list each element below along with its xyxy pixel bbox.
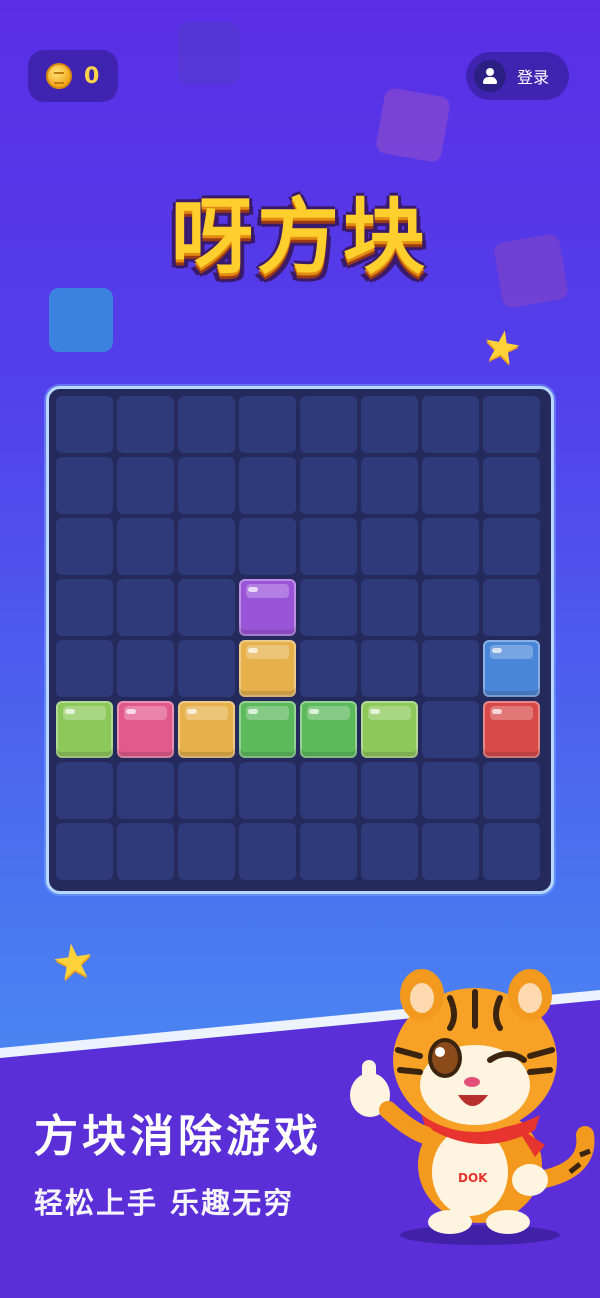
board-cell[interactable] <box>422 762 479 819</box>
coin-icon <box>46 63 72 89</box>
board-cell[interactable] <box>178 518 235 575</box>
game-title: 呀方块 <box>170 190 429 285</box>
slogan-sub: 轻松上手 乐趣无穷 <box>34 1186 295 1220</box>
board-cell[interactable] <box>239 457 296 514</box>
board-cell[interactable] <box>483 396 540 453</box>
decor-square <box>178 22 240 84</box>
board-cell[interactable] <box>483 762 540 819</box>
board-cell[interactable] <box>117 457 174 514</box>
board-cell[interactable] <box>361 640 418 697</box>
board-cell[interactable] <box>300 640 357 697</box>
star-icon: ★ <box>48 931 99 993</box>
board-cell[interactable] <box>117 396 174 453</box>
block-tile[interactable] <box>300 701 357 758</box>
board-cell[interactable] <box>361 823 418 880</box>
board-cell[interactable] <box>483 579 540 636</box>
decor-square <box>49 288 113 352</box>
board-cell[interactable] <box>300 396 357 453</box>
board-cell[interactable] <box>178 640 235 697</box>
board-cell[interactable] <box>361 396 418 453</box>
block-tile[interactable] <box>239 640 296 697</box>
block-tile[interactable] <box>56 701 113 758</box>
mascot-badge: DOK <box>458 1171 488 1185</box>
block-tile[interactable] <box>239 579 296 636</box>
board-cell[interactable] <box>178 762 235 819</box>
board-cell[interactable] <box>56 823 113 880</box>
board-cell[interactable] <box>117 579 174 636</box>
block-tile[interactable] <box>239 701 296 758</box>
star-icon: ★ <box>477 318 526 377</box>
board-cell[interactable] <box>56 762 113 819</box>
login-label: 登录 <box>517 68 550 87</box>
board-cell[interactable] <box>483 823 540 880</box>
tiger-mascot: DOK <box>350 969 595 1245</box>
board-cell[interactable] <box>56 579 113 636</box>
board-cell[interactable] <box>300 457 357 514</box>
block-tile[interactable] <box>361 701 418 758</box>
board-cell[interactable] <box>56 518 113 575</box>
board-cell[interactable] <box>422 518 479 575</box>
board-cell[interactable] <box>361 762 418 819</box>
board-cell[interactable] <box>422 701 479 758</box>
slogan-main: 方块消除游戏 <box>34 1111 322 1162</box>
game-board[interactable] <box>46 386 554 894</box>
block-tile[interactable] <box>178 701 235 758</box>
block-tile[interactable] <box>483 640 540 697</box>
decor-square <box>374 86 452 164</box>
user-icon <box>474 60 506 92</box>
block-tile[interactable] <box>483 701 540 758</box>
board-cell[interactable] <box>239 518 296 575</box>
board-cell[interactable] <box>422 579 479 636</box>
login-button[interactable]: 登录 <box>466 52 569 100</box>
coin-balance[interactable]: 0 <box>28 50 118 102</box>
board-cell[interactable] <box>117 640 174 697</box>
board-cell[interactable] <box>300 579 357 636</box>
board-cell[interactable] <box>117 762 174 819</box>
block-tile[interactable] <box>117 701 174 758</box>
board-cell[interactable] <box>483 457 540 514</box>
board-cell[interactable] <box>361 457 418 514</box>
board-cell[interactable] <box>300 823 357 880</box>
board-cell[interactable] <box>178 396 235 453</box>
board-cell[interactable] <box>422 457 479 514</box>
board-cell[interactable] <box>56 640 113 697</box>
board-cell[interactable] <box>239 396 296 453</box>
board-cell[interactable] <box>178 823 235 880</box>
board-cell[interactable] <box>300 518 357 575</box>
coin-count: 0 <box>84 63 100 89</box>
board-cell[interactable] <box>239 823 296 880</box>
board-cell[interactable] <box>56 457 113 514</box>
board-cell[interactable] <box>483 518 540 575</box>
board-cell[interactable] <box>361 518 418 575</box>
board-cell[interactable] <box>239 762 296 819</box>
board-cell[interactable] <box>117 518 174 575</box>
board-grid[interactable] <box>56 396 540 880</box>
board-cell[interactable] <box>178 579 235 636</box>
board-cell[interactable] <box>300 762 357 819</box>
board-cell[interactable] <box>422 823 479 880</box>
board-cell[interactable] <box>422 640 479 697</box>
board-cell[interactable] <box>361 579 418 636</box>
board-cell[interactable] <box>56 396 113 453</box>
board-cell[interactable] <box>117 823 174 880</box>
board-cell[interactable] <box>178 457 235 514</box>
board-cell[interactable] <box>422 396 479 453</box>
